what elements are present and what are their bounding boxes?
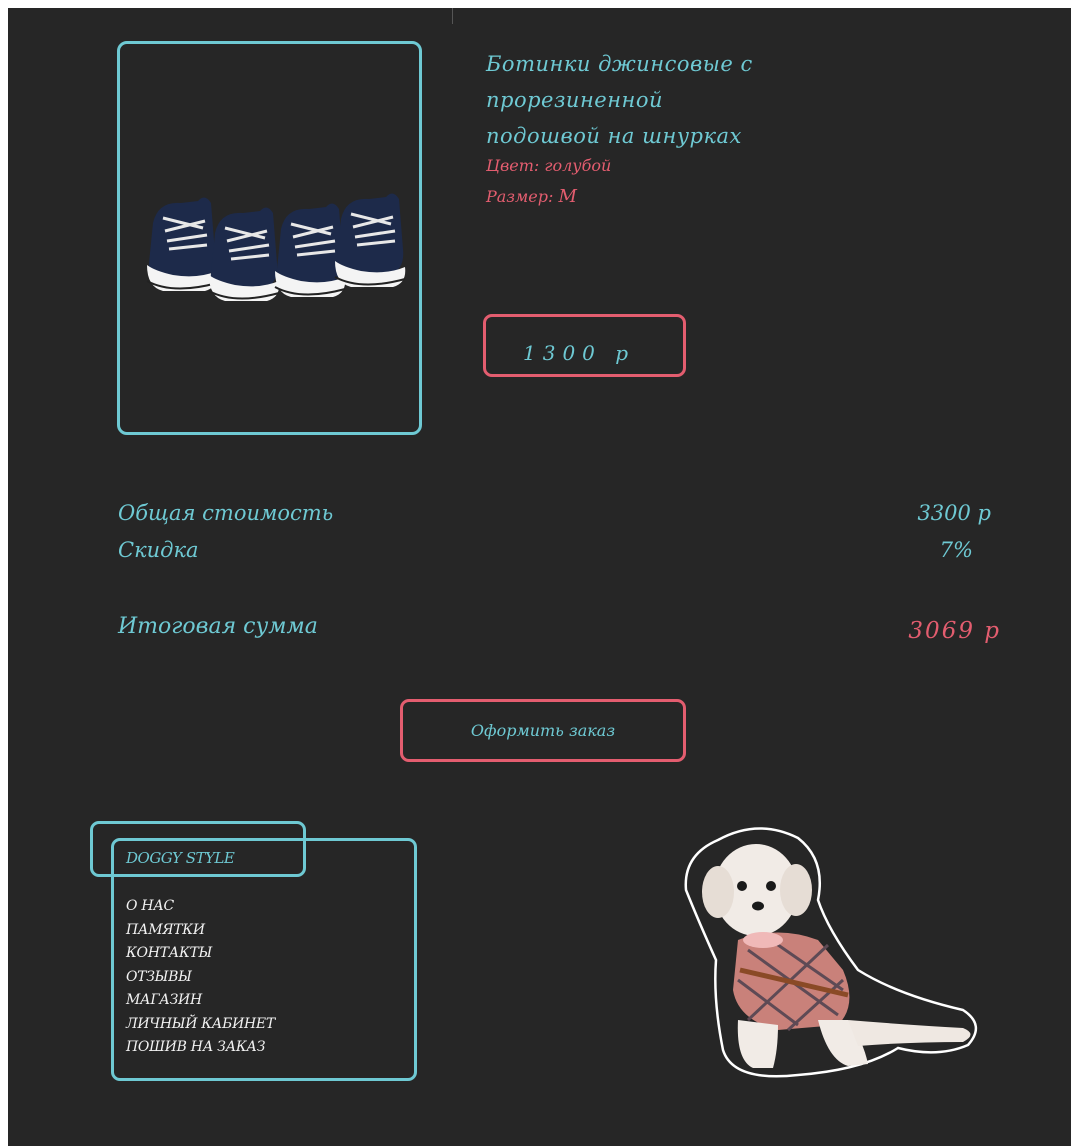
final-sum-label: Итоговая сумма [118,614,318,639]
menu-item-custom-tailoring[interactable]: ПОШИВ НА ЗАКАЗ [126,1036,275,1060]
product-image-shoes [146,191,407,303]
total-label: Общая стоимость [118,501,334,525]
product-price: 1300 р [523,341,636,365]
checkout-button[interactable]: Оформить заказ [400,699,686,762]
product-title: Ботинки джинсовые с прорезиненной подошв… [486,46,906,154]
divider [452,8,453,24]
menu-item-contacts[interactable]: КОНТАКТЫ [126,942,275,966]
menu-item-account[interactable]: ЛИЧНЫЙ КАБИНЕТ [126,1013,275,1037]
dog-illustration [684,827,977,1078]
total-value: 3300 р [917,501,991,525]
discount-label: Скидка [118,538,199,562]
menu-item-reviews[interactable]: ОТЗЫВЫ [126,966,275,990]
menu-item-memos[interactable]: ПАМЯТКИ [126,919,275,943]
discount-value: 7% [939,538,973,562]
footer-menu: О НАС ПАМЯТКИ КОНТАКТЫ ОТЗЫВЫ МАГАЗИН ЛИ… [126,895,275,1060]
menu-item-shop[interactable]: МАГАЗИН [126,989,275,1013]
final-sum-value: 3069 р [908,618,1001,644]
page-canvas: Ботинки джинсовые с прорезиненной подошв… [8,8,1071,1146]
color-value: голубой [544,156,612,175]
menu-item-about[interactable]: О НАС [126,895,275,919]
product-title-line2: подошвой на шнурках [486,124,742,148]
product-color: Цвет: голубой [486,156,611,175]
size-label: Размер: [486,187,554,206]
size-value: M [558,186,577,207]
product-size: Размер: M [486,186,577,207]
product-title-line1: Ботинки джинсовые с прорезиненной [486,52,753,112]
brand-logo[interactable]: DOGGY STYLE [126,849,235,867]
color-label: Цвет: [486,156,540,175]
